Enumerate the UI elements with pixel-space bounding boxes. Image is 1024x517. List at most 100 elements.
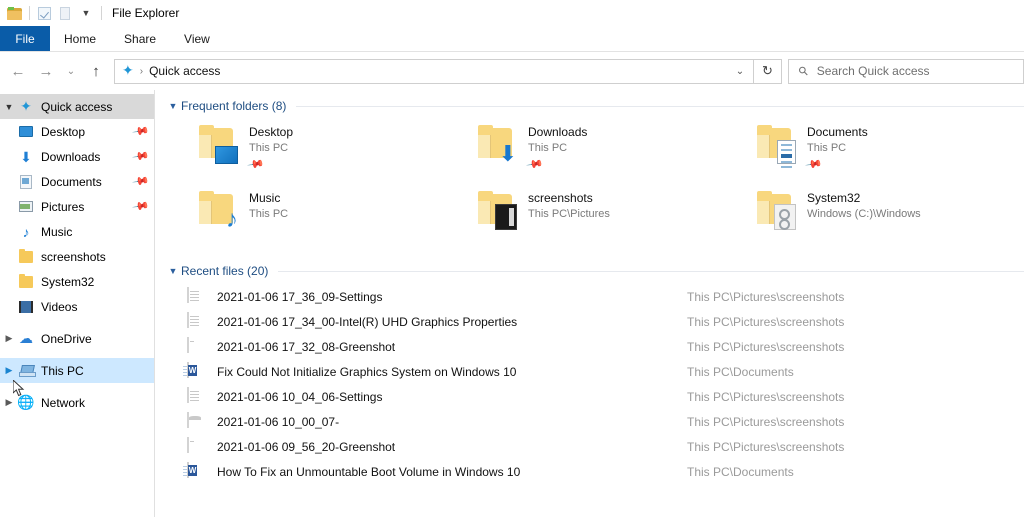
- breadcrumb-separator: ›: [139, 65, 144, 77]
- blank-file-icon: [187, 437, 203, 455]
- screenshot-file-icon: [187, 312, 203, 330]
- sidebar-item-documents[interactable]: Documents 📌: [0, 169, 154, 194]
- picture-icon: [18, 199, 34, 215]
- forward-icon[interactable]: →: [32, 57, 60, 85]
- chevron-down-icon[interactable]: ▼: [165, 266, 181, 276]
- title-bar: ▼ File Explorer: [0, 0, 1024, 26]
- chevron-down-icon[interactable]: ⌄: [727, 60, 753, 83]
- music-folder-icon: ♪: [197, 190, 239, 232]
- new-folder-icon[interactable]: [55, 3, 75, 23]
- folder-tile-music[interactable]: ♪ Music This PC: [165, 187, 444, 247]
- sidebar-item-desktop[interactable]: Desktop 📌: [0, 119, 154, 144]
- sidebar-item-label: Quick access: [41, 99, 113, 114]
- sidebar-item-network[interactable]: ▶ 🌐 Network: [0, 390, 154, 415]
- tile-subtitle: Windows (C:)\Windows: [807, 208, 921, 220]
- music-icon: ♪: [22, 223, 30, 240]
- tile-subtitle: This PC\Pictures: [528, 208, 610, 220]
- sidebar-item-label: Pictures: [41, 199, 85, 214]
- chevron-right-icon[interactable]: ▶: [0, 333, 18, 344]
- folder-tile-screenshots[interactable]: screenshots This PC\Pictures: [444, 187, 723, 247]
- tab-view[interactable]: View: [170, 26, 224, 51]
- back-icon[interactable]: ←: [4, 57, 32, 85]
- file-name: How To Fix an Unmountable Boot Volume in…: [217, 464, 521, 479]
- pin-icon: 📌: [246, 156, 265, 174]
- tab-file[interactable]: File: [0, 26, 50, 51]
- video-icon: [18, 299, 34, 315]
- frequent-folders-header[interactable]: ▼ Frequent folders (8): [165, 95, 1024, 117]
- file-name: Fix Could Not Initialize Graphics System…: [217, 364, 517, 379]
- chevron-down-icon[interactable]: ▼: [76, 3, 96, 23]
- this-pc-icon: [18, 363, 36, 379]
- chevron-down-icon[interactable]: ▼: [0, 102, 18, 112]
- tile-title: Desktop: [249, 125, 294, 139]
- search-placeholder: Search Quick access: [816, 64, 930, 78]
- sidebar-item-music[interactable]: ♪ Music: [0, 219, 154, 244]
- folder-icon: [18, 248, 34, 265]
- sidebar-item-system32[interactable]: System32: [0, 269, 154, 294]
- sidebar-item-screenshots[interactable]: screenshots: [0, 244, 154, 269]
- sidebar-item-label: screenshots: [41, 249, 106, 264]
- sidebar-item-this-pc[interactable]: ▶ This PC: [0, 358, 154, 383]
- sidebar-item-downloads[interactable]: ⬇ Downloads 📌: [0, 144, 154, 169]
- file-name: 2021-01-06 17_32_08-Greenshot: [217, 339, 396, 354]
- chevron-right-icon[interactable]: ▶: [0, 397, 18, 408]
- frequent-folders-grid: Desktop This PC 📌 ⬇ Downloads This PC 📌: [165, 121, 1024, 247]
- list-item[interactable]: 2021-01-06 17_36_09-Settings This PC\Pic…: [165, 284, 1024, 309]
- list-item[interactable]: 2021-01-06 10_00_07- This PC\Pictures\sc…: [165, 409, 1024, 434]
- search-icon: ⚲: [795, 62, 812, 80]
- sidebar-item-pictures[interactable]: Pictures 📌: [0, 194, 154, 219]
- file-path: This PC\Pictures\screenshots: [687, 389, 845, 404]
- section-title: Frequent folders (8): [181, 99, 287, 113]
- list-item[interactable]: 2021-01-06 09_56_20-Greenshot This PC\Pi…: [165, 434, 1024, 459]
- recent-files-list: 2021-01-06 17_36_09-Settings This PC\Pic…: [165, 284, 1024, 484]
- explorer-body: ▼ ✦ Quick access Desktop 📌 ⬇ Downloads 📌…: [0, 90, 1024, 517]
- list-item[interactable]: How To Fix an Unmountable Boot Volume in…: [165, 459, 1024, 484]
- folder-icon[interactable]: [4, 3, 24, 23]
- sidebar-item-videos[interactable]: Videos: [0, 294, 154, 319]
- tile-subtitle: This PC: [249, 142, 289, 154]
- file-path: This PC\Pictures\screenshots: [687, 439, 845, 454]
- file-name: 2021-01-06 10_04_06-Settings: [217, 389, 383, 404]
- list-item[interactable]: Fix Could Not Initialize Graphics System…: [165, 359, 1024, 384]
- sidebar-item-label: Network: [41, 395, 86, 410]
- address-bar: ← → ⌄ ↑ ✦ › Quick access ⌄ ↻ ⚲ Search Qu…: [0, 52, 1024, 90]
- sidebar-item-label: Desktop: [41, 124, 86, 139]
- folder-tile-videos[interactable]: Videos This PC: [1002, 187, 1024, 247]
- checkbox-icon[interactable]: [34, 3, 54, 23]
- file-name: 2021-01-06 17_36_09-Settings: [217, 289, 383, 304]
- breadcrumb[interactable]: ✦ › Quick access ⌄: [114, 58, 754, 84]
- toolbar-divider-2: [101, 6, 102, 20]
- system32-folder-icon: [755, 190, 797, 232]
- onedrive-icon: ☁: [19, 330, 33, 346]
- folder-tile-documents[interactable]: Documents This PC 📌: [723, 121, 1002, 181]
- breadcrumb-current: Quick access: [149, 64, 221, 78]
- list-item[interactable]: 2021-01-06 17_32_08-Greenshot This PC\Pi…: [165, 334, 1024, 359]
- folder-icon: [18, 273, 34, 290]
- sidebar-item-quick-access[interactable]: ▼ ✦ Quick access: [0, 94, 154, 119]
- folder-tile-desktop[interactable]: Desktop This PC 📌: [165, 121, 444, 181]
- chevron-down-icon[interactable]: ▼: [165, 101, 181, 111]
- tab-share[interactable]: Share: [110, 26, 170, 51]
- sidebar-item-label: Downloads: [41, 149, 101, 164]
- documents-folder-icon: [755, 124, 797, 168]
- recent-locations-icon[interactable]: ⌄: [60, 57, 82, 85]
- folder-tile-system32[interactable]: System32 Windows (C:)\Windows: [723, 187, 1002, 247]
- sidebar-item-label: OneDrive: [41, 331, 92, 346]
- sidebar-item-onedrive[interactable]: ▶ ☁ OneDrive: [0, 326, 154, 351]
- list-item[interactable]: 2021-01-06 17_34_00-Intel(R) UHD Graphic…: [165, 309, 1024, 334]
- pin-icon: 📌: [131, 198, 150, 216]
- folder-tile-downloads[interactable]: ⬇ Downloads This PC 📌: [444, 121, 723, 181]
- chevron-right-icon[interactable]: ▶: [0, 365, 18, 376]
- section-divider: [296, 105, 1024, 107]
- refresh-icon[interactable]: ↻: [754, 58, 782, 84]
- navigation-pane: ▼ ✦ Quick access Desktop 📌 ⬇ Downloads 📌…: [0, 90, 155, 517]
- network-icon: 🌐: [17, 394, 35, 410]
- list-item[interactable]: 2021-01-06 10_04_06-Settings This PC\Pic…: [165, 384, 1024, 409]
- word-file-icon: [187, 462, 203, 480]
- search-input[interactable]: ⚲ Search Quick access: [788, 58, 1024, 84]
- document-icon: [18, 174, 34, 190]
- tab-home[interactable]: Home: [50, 26, 110, 51]
- up-icon[interactable]: ↑: [82, 57, 110, 85]
- folder-tile-pictures[interactable]: Pictures This PC 📌: [1002, 121, 1024, 181]
- recent-files-header[interactable]: ▼ Recent files (20): [165, 260, 1024, 282]
